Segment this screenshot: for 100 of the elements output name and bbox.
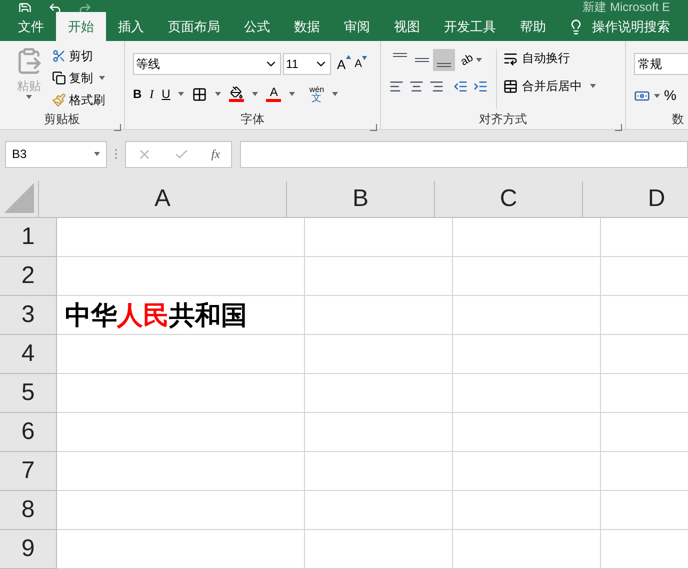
ribbon-tab[interactable]: 文件 [6,12,56,42]
redo-icon[interactable] [78,2,92,12]
grid-cell[interactable]: 中华人民共和国 [57,296,305,335]
column-header[interactable]: A [39,181,287,217]
column-header[interactable]: D [583,181,688,217]
cell-text: 人民 [117,300,169,330]
dialog-launcher-icon[interactable] [370,124,377,132]
row-header[interactable]: 1 [0,218,57,257]
dialog-launcher-icon[interactable] [114,124,121,132]
grid-cell[interactable] [305,413,453,452]
formula-input-field[interactable] [240,140,688,168]
align-left-icon[interactable] [389,79,404,94]
ribbon-tab[interactable]: 开发工具 [432,12,508,42]
insert-function-button[interactable]: fx [211,145,220,164]
ribbon-tab[interactable]: 页面布局 [156,12,232,42]
caret-icon[interactable] [289,92,296,96]
row-header[interactable]: 2 [0,257,57,296]
orientation-button[interactable]: ab [458,50,477,71]
grid-cell[interactable] [453,374,601,413]
align-right-icon[interactable] [429,79,444,94]
row-header[interactable]: 3 [0,296,57,335]
grid-cell[interactable] [453,257,601,296]
grid-cell[interactable] [453,413,601,452]
grid-cell[interactable] [305,491,453,530]
caret-icon[interactable] [99,76,105,80]
caret-icon[interactable] [476,58,482,62]
ribbon-tab[interactable]: 开始 [56,12,106,42]
undo-icon[interactable] [48,2,62,12]
row-header[interactable]: 8 [0,491,57,530]
grid-cell[interactable] [57,491,305,530]
caret-icon[interactable] [94,152,100,156]
indent-increase-icon[interactable] [473,79,488,94]
bold-button[interactable]: B [133,85,142,104]
grid-cell[interactable] [453,218,601,257]
grid-cell[interactable] [305,335,453,374]
indent-decrease-icon[interactable] [453,79,468,94]
down-triangle-icon [362,56,368,60]
column-header[interactable]: B [287,181,435,217]
phonetic-icon[interactable]: wén 文 [309,85,324,104]
font-color-button[interactable]: A [266,86,282,102]
percent-icon[interactable]: % [664,85,676,106]
row-header[interactable]: 7 [0,452,57,491]
column-header[interactable]: C [435,181,583,217]
ribbon-tab[interactable]: 公式 [232,12,282,42]
ribbon-tab[interactable]: 帮助 [508,12,558,42]
grid-cell[interactable] [453,335,601,374]
ribbon-tab[interactable]: 审阅 [332,12,382,42]
row-header[interactable]: 6 [0,413,57,452]
grid-cell[interactable] [305,218,453,257]
grid-cell[interactable] [453,452,601,491]
grid-cell[interactable] [57,374,305,413]
ribbon-tab[interactable]: 视图 [382,12,432,42]
borders-icon[interactable] [192,86,208,102]
underline-button[interactable]: U [162,85,170,104]
tell-me-search[interactable]: 操作说明搜索 [592,17,670,37]
grid-cell[interactable] [57,335,305,374]
number-format-field[interactable]: 常规 [634,53,688,76]
grid-cell[interactable] [305,374,453,413]
dialog-launcher-icon[interactable] [615,124,622,132]
align-center-icon[interactable] [409,79,424,94]
row-header[interactable]: 4 [0,335,57,374]
grid-cell[interactable] [305,452,453,491]
ribbon-tab[interactable]: 插入 [106,12,156,42]
row-header[interactable]: 5 [0,374,57,413]
fill-color-icon[interactable] [229,86,244,102]
italic-button[interactable]: I [150,85,154,104]
row-header[interactable]: 9 [0,530,57,569]
grid-cell[interactable] [305,530,453,569]
name-box[interactable]: B3 [5,140,107,168]
grid-cell[interactable] [57,257,305,296]
merge-cells-icon [503,78,518,94]
caret-icon[interactable] [654,94,660,98]
caret-icon[interactable] [332,92,338,96]
caret-icon[interactable] [178,92,184,96]
wrap-text-button[interactable]: 自动换行 [503,49,596,68]
format-painter-button[interactable]: 格式刷 [52,91,105,110]
grid-cell[interactable] [305,296,453,335]
merge-center-button[interactable]: 合并后居中 [503,77,582,96]
cut-button[interactable]: 剪切 [52,47,105,66]
grid-cell[interactable] [453,491,601,530]
copy-button[interactable]: 复制 [52,69,93,88]
ribbon-tab[interactable]: 数据 [282,12,332,42]
up-triangle-icon [346,54,351,59]
grid-cell[interactable] [453,530,601,569]
grid-cell[interactable] [57,452,305,491]
caret-icon[interactable] [215,92,222,96]
font-size-field[interactable]: 11 [283,53,331,76]
grid-cell[interactable] [305,257,453,296]
grid-cell[interactable] [453,296,601,335]
grid-cell[interactable] [57,218,305,257]
grid-cell[interactable] [57,530,305,569]
caret-icon[interactable] [590,84,596,88]
group-label: 数 [672,111,684,128]
vertical-align-button[interactable] [433,49,455,72]
font-name-field[interactable]: 等线 [133,53,281,76]
save-icon[interactable] [18,2,32,12]
grid-cell[interactable] [57,413,305,452]
caret-icon[interactable] [252,92,258,96]
shrink-font-button[interactable]: A [354,56,368,73]
grow-font-button[interactable]: A [337,54,351,74]
